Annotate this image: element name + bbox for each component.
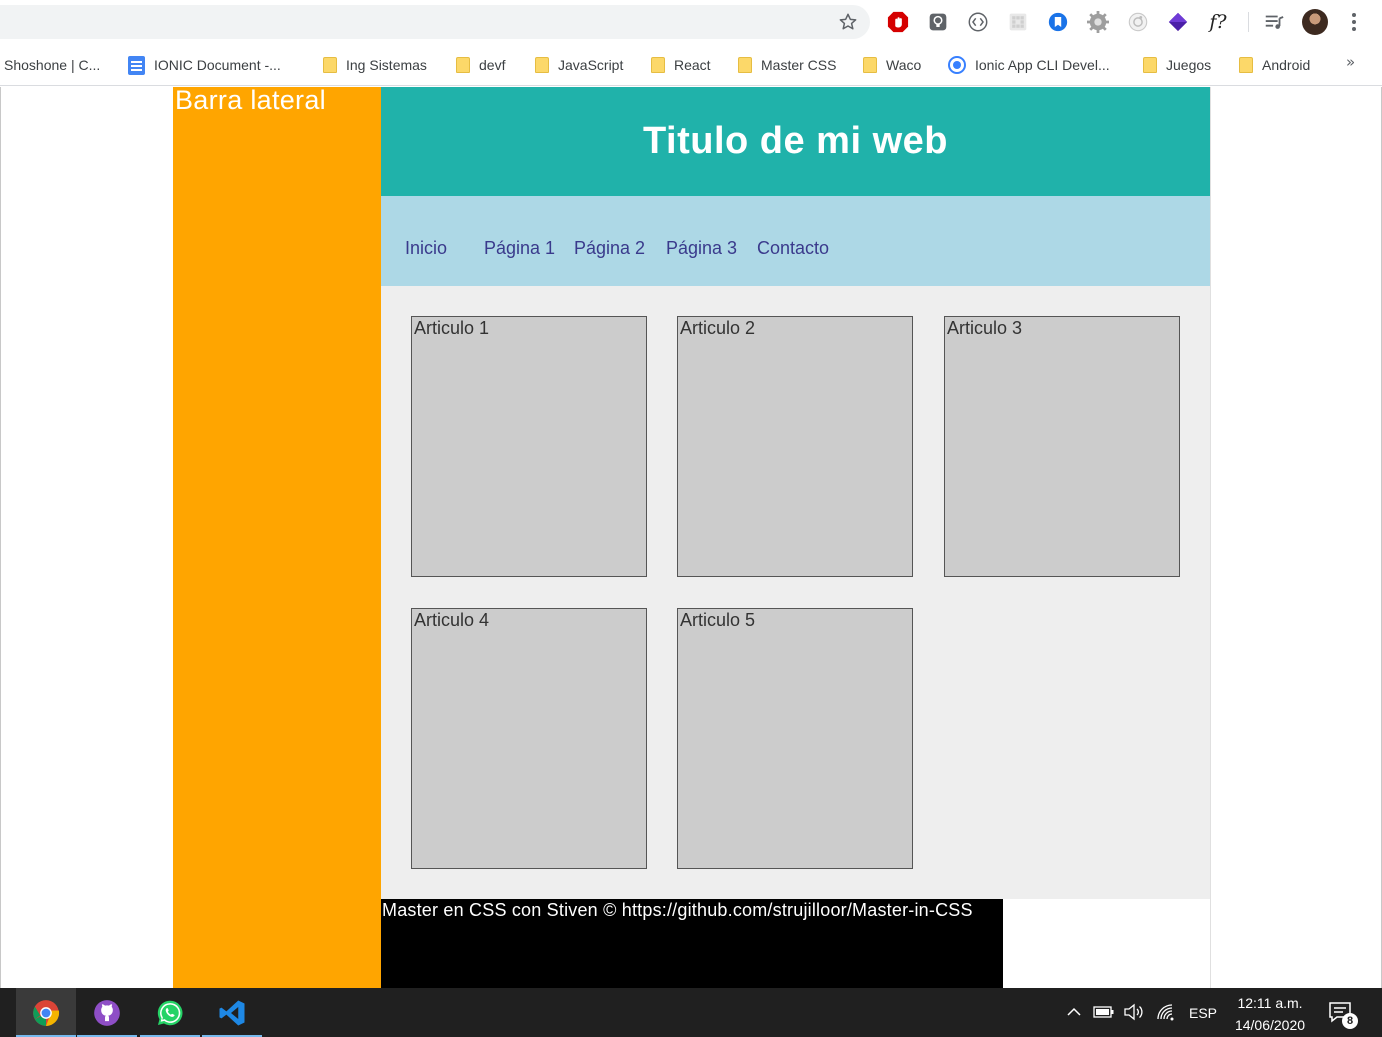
bookmark-label: Master CSS bbox=[761, 57, 837, 73]
article-title: Articulo 1 bbox=[414, 318, 490, 338]
fquery-extension-icon[interactable]: f? bbox=[1206, 10, 1230, 34]
site-nav: Inicio Página 1 Página 2 Página 3 Contac… bbox=[381, 196, 1210, 286]
adblock-extension-icon[interactable] bbox=[886, 10, 910, 34]
bookmark-folder[interactable]: devf bbox=[456, 54, 505, 76]
main-column: Titulo de mi web Inicio Página 1 Página … bbox=[381, 87, 1211, 988]
gear-extension-icon[interactable] bbox=[1086, 10, 1110, 34]
bookmark-label: React bbox=[674, 57, 711, 73]
bookmark-label: Shoshone | C... bbox=[4, 57, 101, 73]
github-desktop-icon bbox=[94, 999, 120, 1026]
profile-avatar[interactable] bbox=[1302, 9, 1328, 35]
bookmarks-overflow-button[interactable]: » bbox=[1346, 53, 1355, 71]
bookmark-label: JavaScript bbox=[558, 57, 624, 73]
action-center-button[interactable]: 8 bbox=[1328, 1000, 1358, 1029]
bookmark-folder[interactable]: Juegos bbox=[1143, 54, 1211, 76]
camera-extension-icon[interactable] bbox=[1126, 10, 1150, 34]
notification-count-badge: 8 bbox=[1342, 1013, 1358, 1029]
folder-icon bbox=[1143, 57, 1157, 73]
bookmark-label: Ionic App CLI Devel... bbox=[975, 57, 1110, 73]
taskbar-chrome[interactable] bbox=[16, 988, 76, 1037]
taskbar-vscode[interactable] bbox=[202, 988, 262, 1037]
article-title: Articulo 5 bbox=[680, 610, 756, 630]
nav-link-inicio[interactable]: Inicio bbox=[405, 238, 447, 259]
screen: f? Shoshone | C... IONIC Document -... I… bbox=[0, 0, 1382, 1037]
vscode-icon bbox=[219, 1000, 245, 1025]
folder-icon bbox=[323, 57, 337, 73]
article-card: Articulo 4 bbox=[411, 608, 647, 869]
bookmark-label: IONIC Document -... bbox=[154, 57, 281, 73]
nav-link-pagina-1[interactable]: Página 1 bbox=[484, 238, 555, 259]
taskbar-whatsapp[interactable] bbox=[140, 988, 200, 1037]
bookmark-label: devf bbox=[479, 57, 506, 73]
nav-link-pagina-2[interactable]: Página 2 bbox=[574, 238, 645, 259]
bookmark-item[interactable]: Shoshone | C... bbox=[4, 54, 100, 76]
whatsapp-icon bbox=[157, 1000, 183, 1025]
input-language[interactable]: ESP bbox=[1189, 1005, 1217, 1021]
wifi-icon[interactable] bbox=[1155, 1000, 1177, 1024]
folder-icon bbox=[738, 57, 752, 73]
page-viewport: Barra lateral Titulo de mi web Inicio Pá… bbox=[0, 87, 1382, 988]
volume-icon[interactable] bbox=[1123, 1000, 1145, 1024]
media-queue-icon[interactable] bbox=[1262, 10, 1286, 34]
grid-extension-icon[interactable] bbox=[1006, 10, 1030, 34]
article-card: Articulo 3 bbox=[944, 316, 1180, 577]
bookmark-item[interactable]: Ionic App CLI Devel... bbox=[948, 54, 1110, 76]
article-card: Articulo 2 bbox=[677, 316, 913, 577]
redux-devtools-extension-icon[interactable] bbox=[1166, 10, 1190, 34]
folder-icon bbox=[651, 57, 665, 73]
folder-icon bbox=[1239, 57, 1253, 73]
toolbar-separator bbox=[1248, 12, 1249, 32]
ionic-icon bbox=[948, 56, 966, 74]
browser-menu-icon[interactable] bbox=[1344, 10, 1364, 34]
article-card: Articulo 1 bbox=[411, 316, 647, 577]
bookmark-folder[interactable]: Master CSS bbox=[738, 54, 836, 76]
sidebar: Barra lateral bbox=[173, 87, 381, 988]
article-title: Articulo 4 bbox=[414, 610, 490, 630]
docs-icon bbox=[128, 55, 145, 75]
bookmark-label: Android bbox=[1262, 57, 1311, 73]
article-title: Articulo 2 bbox=[680, 318, 756, 338]
taskbar-github-desktop[interactable] bbox=[77, 988, 137, 1037]
browser-toolbar: f? bbox=[0, 0, 1382, 44]
nav-link-contacto[interactable]: Contacto bbox=[757, 238, 829, 259]
bookmark-item[interactable]: IONIC Document -... bbox=[128, 54, 281, 76]
bookmark-label: Waco bbox=[886, 57, 922, 73]
bookmark-folder[interactable]: Android bbox=[1239, 54, 1310, 76]
bookmarks-bar: Shoshone | C... IONIC Document -... Ing … bbox=[0, 44, 1382, 86]
chevron-up-icon[interactable] bbox=[1064, 1000, 1084, 1024]
clock-time: 12:11 a.m. bbox=[1237, 995, 1303, 1011]
nav-link-pagina-3[interactable]: Página 3 bbox=[666, 238, 737, 259]
article-title: Articulo 3 bbox=[947, 318, 1023, 338]
folder-icon bbox=[456, 57, 470, 73]
sidebar-title: Barra lateral bbox=[175, 87, 326, 115]
bookmark-label: Ing Sistemas bbox=[346, 57, 427, 73]
bookmark-blue-extension-icon[interactable] bbox=[1046, 10, 1070, 34]
folder-icon bbox=[863, 57, 877, 73]
address-bar[interactable] bbox=[0, 5, 870, 39]
bookmark-star-icon[interactable] bbox=[836, 10, 860, 34]
code-brackets-extension-icon[interactable] bbox=[966, 10, 990, 34]
site-footer: Master en CSS con Stiven © https://githu… bbox=[381, 899, 1003, 988]
bookmark-folder[interactable]: JavaScript bbox=[535, 54, 623, 76]
folder-icon bbox=[535, 57, 549, 73]
taskbar: ESP 12:11 a.m. 14/06/2020 8 bbox=[0, 988, 1382, 1037]
bookmark-label: Juegos bbox=[1166, 57, 1212, 73]
system-clock[interactable]: 12:11 a.m. 14/06/2020 bbox=[1226, 992, 1314, 1036]
footer-text: Master en CSS con Stiven © https://githu… bbox=[382, 900, 973, 920]
article-card: Articulo 5 bbox=[677, 608, 913, 869]
bookmark-folder[interactable]: Waco bbox=[863, 54, 921, 76]
bookmark-folder[interactable]: Ing Sistemas bbox=[323, 54, 427, 76]
bookmark-folder[interactable]: React bbox=[651, 54, 711, 76]
site-header: Titulo de mi web bbox=[381, 87, 1210, 196]
content-area: Articulo 1 Articulo 2 Articulo 3 Articul… bbox=[381, 286, 1210, 899]
clock-date: 14/06/2020 bbox=[1234, 1017, 1306, 1033]
chrome-icon bbox=[33, 999, 60, 1026]
lightbulb-extension-icon[interactable] bbox=[926, 10, 950, 34]
page-title: Titulo de mi web bbox=[643, 120, 948, 162]
battery-icon[interactable] bbox=[1093, 1000, 1115, 1024]
